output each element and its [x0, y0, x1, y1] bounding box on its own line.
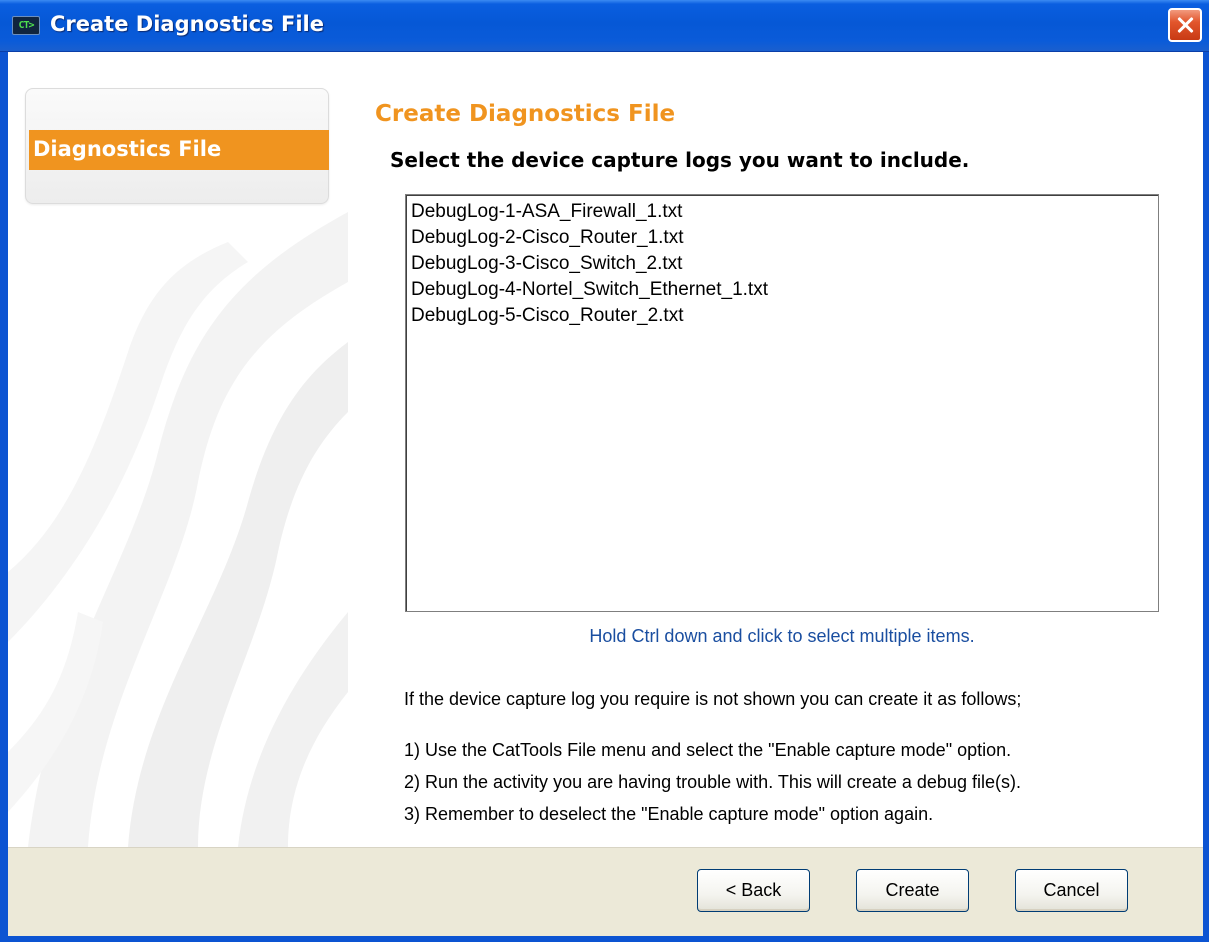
multi-select-hint: Hold Ctrl down and click to select multi…: [589, 626, 975, 646]
list-item[interactable]: DebugLog-2-Cisco_Router_1.txt: [411, 225, 1158, 251]
window-frame-right: [1203, 52, 1209, 942]
window-title: Create Diagnostics File: [50, 12, 324, 36]
create-button[interactable]: Create: [856, 869, 969, 912]
sidebar-item-diagnostics-file[interactable]: Diagnostics File: [29, 130, 329, 170]
step-2: 2) Run the activity you are having troub…: [404, 772, 1021, 792]
list-item[interactable]: DebugLog-3-Cisco_Switch_2.txt: [411, 251, 1158, 277]
step-1: 1) Use the CatTools File menu and select…: [404, 740, 1012, 760]
list-item[interactable]: DebugLog-4-Nortel_Switch_Ethernet_1.txt: [411, 277, 1158, 303]
back-button[interactable]: < Back: [697, 869, 810, 912]
app-icon: CT>: [12, 16, 40, 35]
list-item[interactable]: DebugLog-1-ASA_Firewall_1.txt: [411, 199, 1158, 225]
cancel-button[interactable]: Cancel: [1015, 869, 1128, 912]
close-button[interactable]: [1168, 8, 1202, 42]
list-item[interactable]: DebugLog-5-Cisco_Router_2.txt: [411, 303, 1158, 329]
capture-log-listbox[interactable]: DebugLog-1-ASA_Firewall_1.txt DebugLog-2…: [405, 194, 1159, 612]
info-intro: If the device capture log you require is…: [404, 689, 1022, 709]
page-title: Create Diagnostics File: [375, 101, 676, 127]
instruction-heading: Select the device capture logs you want …: [390, 148, 970, 172]
title-bar[interactable]: CT> Create Diagnostics File: [0, 0, 1209, 52]
step-3: 3) Remember to deselect the "Enable capt…: [404, 804, 934, 824]
window-frame-bottom: [0, 936, 1209, 942]
window-frame-left: [0, 52, 8, 942]
